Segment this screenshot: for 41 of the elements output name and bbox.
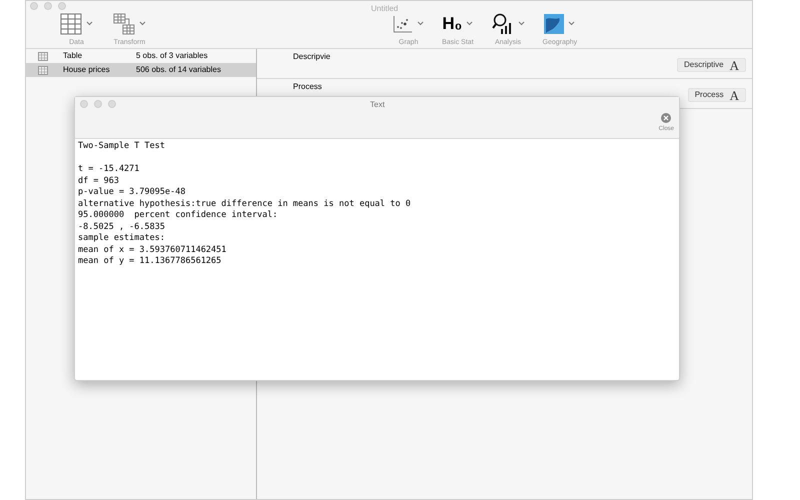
output-line: mean of y = 11.1367786561265 — [78, 256, 222, 268]
dataset-name: Table — [63, 50, 84, 62]
dataset-row[interactable]: Table 5 obs. of 3 variables — [26, 49, 256, 63]
tables-icon — [113, 12, 135, 34]
hypothesis-icon: H₀ — [442, 15, 462, 32]
caret-icon — [417, 21, 424, 26]
section-title: Process — [293, 81, 322, 93]
output-line: -8.5025 , -6.5835 — [78, 222, 165, 233]
dataset-info: 5 obs. of 3 variables — [136, 50, 208, 62]
output-line: t = -15.4271 — [78, 164, 140, 176]
dataset-info: 506 obs. of 14 variables — [136, 64, 221, 76]
section-button[interactable]: Descriptive A — [677, 58, 746, 72]
output-line: df = 963 — [78, 176, 119, 187]
dataset-row[interactable]: House prices 506 obs. of 14 variables — [26, 63, 256, 77]
dataset-name: House prices — [63, 64, 111, 76]
section-title: Descripvie — [293, 51, 330, 63]
output-line: p-value = 3.79095e-48 — [78, 187, 186, 198]
caret-icon — [568, 21, 576, 26]
output-heading: Two-Sample T Test — [78, 141, 165, 152]
button-label: Process — [694, 89, 724, 101]
caret-icon — [466, 21, 474, 26]
caret-icon — [139, 21, 146, 26]
magnifier-chart-icon — [492, 12, 514, 34]
font-icon: A — [730, 58, 739, 72]
caret-icon — [86, 21, 93, 26]
table-icon — [60, 12, 82, 34]
caret-icon — [518, 21, 525, 26]
font-icon: A — [730, 88, 739, 102]
output-line: mean of x = 3.593760711462451 — [78, 244, 226, 256]
map-icon — [544, 14, 564, 34]
output-line: 95.000000 percent confidence interval: — [78, 210, 278, 222]
button-label: Descriptive — [684, 59, 724, 71]
output-line: sample estimates: — [78, 233, 165, 244]
scatter-plot-icon — [393, 14, 413, 32]
close-icon — [661, 113, 672, 123]
window-title: Text — [370, 99, 385, 111]
section-button[interactable]: Process A — [688, 88, 746, 102]
window-title: Untitled — [371, 3, 398, 15]
table-icon — [38, 52, 48, 60]
table-icon — [38, 66, 48, 74]
output-line: alternative hypothesis:true difference in means is not equal to 0 — [78, 198, 411, 210]
